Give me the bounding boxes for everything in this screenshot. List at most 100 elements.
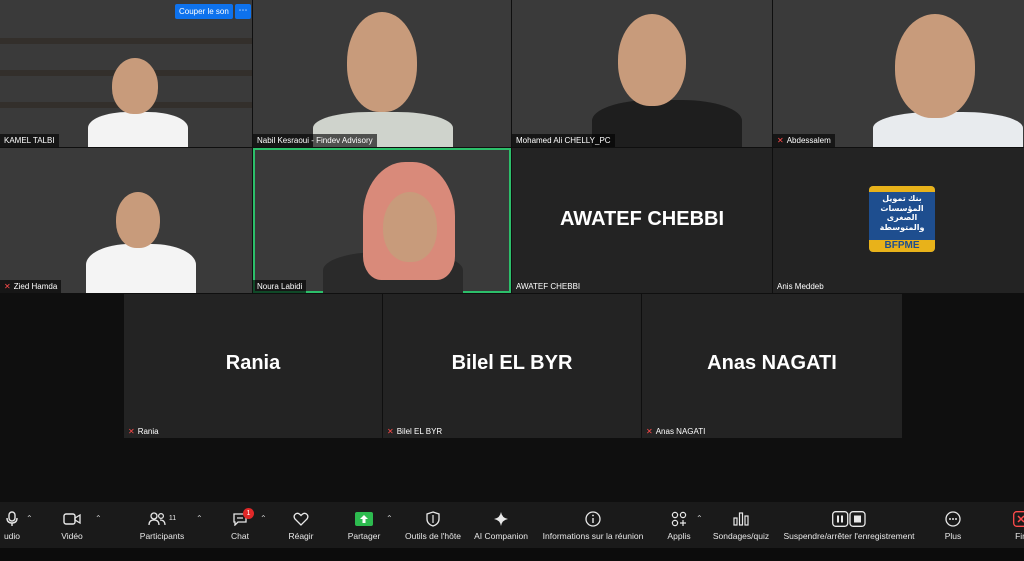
bottom-strip <box>0 548 1024 561</box>
participant-name: Bilel EL BYR <box>396 427 443 436</box>
participant-head <box>116 192 160 248</box>
more-label: Plus <box>944 530 962 541</box>
logo-text-line: المؤسسات <box>880 203 924 213</box>
mic-off-icon: ✕ <box>387 427 394 436</box>
video-tile-noura-labidi[interactable]: Noura Labidi <box>253 148 511 293</box>
participant-body <box>86 244 196 293</box>
participant-display-name: AWATEF CHEBBI <box>559 208 725 230</box>
name-tag: AWATEF CHEBBI <box>512 280 584 293</box>
participants-icon: 11 <box>148 510 176 528</box>
name-tag: ✕ Rania <box>124 425 163 438</box>
name-tag: Anis Meddeb <box>773 280 828 293</box>
video-tile-bilel-el-byr[interactable]: Bilel EL BYR ✕ Bilel EL BYR <box>383 294 641 438</box>
share-options-chevron-icon[interactable]: ⌃ <box>386 514 393 523</box>
heart-icon <box>293 510 309 528</box>
share-screen-icon <box>355 510 373 528</box>
participants-label: Participants <box>139 530 185 541</box>
recording-controls-icon <box>832 510 866 528</box>
video-label: Vidéo <box>61 530 83 541</box>
info-icon <box>585 510 601 528</box>
share-button[interactable]: Partager <box>342 502 386 548</box>
host-tools-button[interactable]: Outils de l'hôte <box>402 502 464 548</box>
polls-button[interactable]: Sondages/quiz <box>710 502 772 548</box>
apps-button[interactable]: Applis <box>660 502 698 548</box>
name-tag: Mohamed Ali CHELLY_PC <box>512 134 615 147</box>
participant-display-name: Anas NAGATI <box>707 352 837 374</box>
react-label: Réagir <box>288 530 314 541</box>
end-meeting-button[interactable]: Fin <box>1004 502 1024 548</box>
name-tag: ✕ Anas NAGATI <box>642 425 709 438</box>
participant-body <box>873 112 1023 147</box>
name-tag: Nabil Kesraoui - Findev Advisory <box>253 134 377 147</box>
shield-icon <box>426 510 440 528</box>
react-button[interactable]: Réagir <box>282 502 320 548</box>
video-options-chevron-icon[interactable]: ⌃ <box>95 514 102 523</box>
end-icon <box>1013 510 1024 528</box>
logo-text-line: الصغرى <box>886 213 918 222</box>
logo-text-line: والمتوسطة <box>879 222 925 232</box>
end-label: Fin <box>1015 530 1024 541</box>
video-tile-anas-nagati[interactable]: Anas NAGATI ✕ Anas NAGATI <box>642 294 902 438</box>
participant-head <box>112 58 158 114</box>
participants-button[interactable]: 11 Participants <box>134 502 190 548</box>
participant-head <box>618 14 686 106</box>
video-tile-nabil-kesraoui[interactable]: Nabil Kesraoui - Findev Advisory <box>253 0 511 147</box>
more-options-button[interactable]: ⋯ <box>235 4 251 19</box>
mic-off-icon: ✕ <box>128 427 135 436</box>
host-tools-label: Outils de l'hôte <box>405 530 461 541</box>
video-tile-anis-meddeb[interactable]: بنك تمويل المؤسسات الصغرى والمتوسطة BFPM… <box>773 148 1024 293</box>
name-tag: Noura Labidi <box>253 280 307 293</box>
participant-name: Mohamed Ali CHELLY_PC <box>516 136 611 145</box>
video-tile-rania[interactable]: Rania ✕ Rania <box>124 294 382 438</box>
name-tag: ✕ Zied Hamda <box>0 280 62 293</box>
meeting-toolbar: udio ⌃ Vidéo ⌃ 11 Participants ⌃ Chat 1 … <box>0 502 1024 548</box>
ai-companion-button[interactable]: AI Companion <box>470 502 532 548</box>
video-tile-abdessalem[interactable]: ✕ Abdessalem <box>773 0 1024 147</box>
participant-name: Abdessalem <box>786 136 831 145</box>
more-icon <box>945 510 961 528</box>
chat-options-chevron-icon[interactable]: ⌃ <box>260 514 267 523</box>
video-tile-zied-hamda[interactable]: ✕ Zied Hamda <box>0 148 252 293</box>
chat-unread-badge: 1 <box>243 508 254 519</box>
meeting-info-button[interactable]: Informations sur la réunion <box>538 502 648 548</box>
more-button[interactable]: Plus <box>936 502 970 548</box>
apps-options-chevron-icon[interactable]: ⌃ <box>696 514 703 523</box>
mic-off-icon: ✕ <box>777 136 784 145</box>
name-tag: KAMEL TALBI <box>0 134 59 147</box>
mute-participant-button[interactable]: Couper le son <box>175 4 233 19</box>
sparkle-icon <box>493 510 509 528</box>
audio-button[interactable]: udio <box>0 502 30 548</box>
ai-companion-label: AI Companion <box>474 530 528 541</box>
polls-label: Sondages/quiz <box>712 530 770 541</box>
pause-stop-recording-button[interactable]: Suspendre/arrêter l'enregistrement <box>778 502 920 548</box>
name-tag: ✕ Abdessalem <box>773 134 835 147</box>
meeting-info-label: Informations sur la réunion <box>542 530 644 541</box>
participant-name: KAMEL TALBI <box>4 136 55 145</box>
video-button[interactable]: Vidéo <box>52 502 92 548</box>
audio-options-chevron-icon[interactable]: ⌃ <box>26 514 33 523</box>
microphone-icon <box>5 510 19 528</box>
bfpme-logo: بنك تمويل المؤسسات الصغرى والمتوسطة BFPM… <box>869 186 935 252</box>
participant-name: Noura Labidi <box>257 282 303 291</box>
participant-name: Anis Meddeb <box>777 282 824 291</box>
share-label: Partager <box>347 530 381 541</box>
mic-off-icon: ✕ <box>646 427 653 436</box>
bar-chart-icon <box>733 510 749 528</box>
apps-label: Applis <box>667 530 691 541</box>
participants-options-chevron-icon[interactable]: ⌃ <box>196 514 203 523</box>
video-tile-kamel-talbi[interactable]: KAMEL TALBI <box>0 0 252 147</box>
bookshelf <box>0 38 252 44</box>
participant-name: AWATEF CHEBBI <box>516 282 581 291</box>
logo-acronym: BFPME <box>869 240 935 252</box>
participant-name: Zied Hamda <box>13 282 58 291</box>
name-tag: ✕ Bilel EL BYR <box>383 425 446 438</box>
participant-body <box>88 112 188 147</box>
audio-label: udio <box>3 530 21 541</box>
participant-name: Anas NAGATI <box>655 427 706 436</box>
video-tile-awatef-chebbi[interactable]: AWATEF CHEBBI AWATEF CHEBBI <box>512 148 772 293</box>
video-tile-mohamed-ali-chelly[interactable]: Mohamed Ali CHELLY_PC <box>512 0 772 147</box>
meeting-window: KAMEL TALBI Couper le son ⋯ Nabil Kesrao… <box>0 0 1024 561</box>
chat-label: Chat <box>231 530 249 541</box>
recording-label: Suspendre/arrêter l'enregistrement <box>783 530 915 541</box>
participant-head <box>383 192 437 262</box>
